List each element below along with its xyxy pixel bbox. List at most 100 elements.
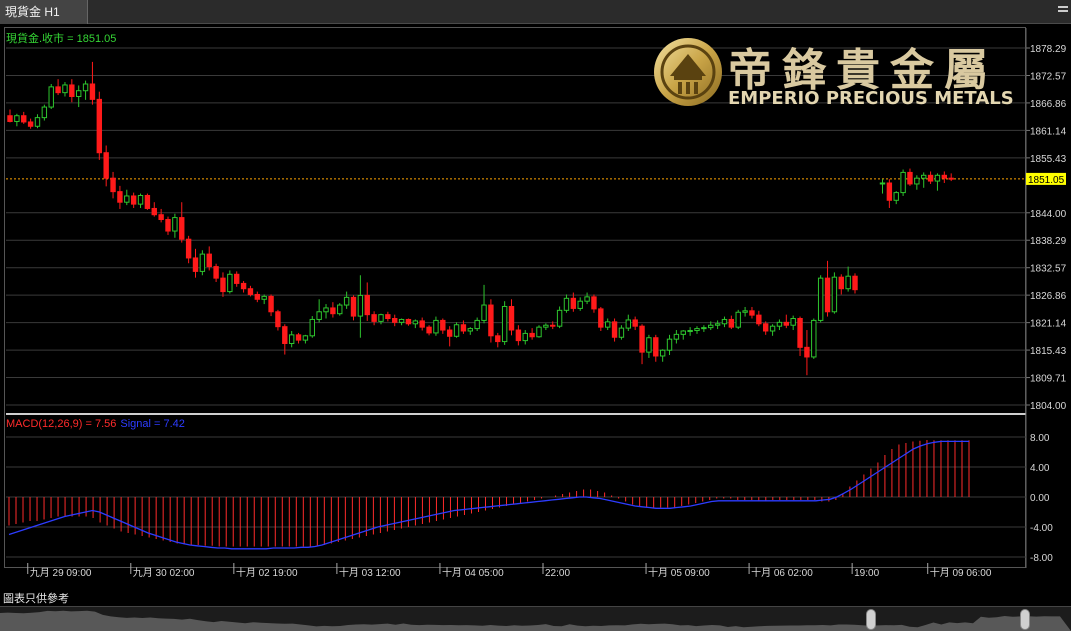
candle-body [254, 293, 261, 300]
candle-body [27, 121, 34, 127]
candle-body [282, 326, 288, 344]
candle-body [714, 323, 721, 326]
candle-body [110, 177, 116, 193]
candle-body [522, 332, 528, 342]
candle-body [529, 332, 535, 338]
candle-body [234, 273, 240, 284]
candle-body [927, 174, 934, 182]
candle-body [488, 304, 494, 337]
disclaimer-text: 圖表只供參考 [3, 593, 69, 605]
candle-body [165, 219, 171, 232]
candle-body [213, 266, 219, 279]
candle-body [14, 115, 20, 122]
candle-body [261, 295, 267, 300]
candle-body [446, 329, 453, 337]
candle-body [783, 321, 790, 326]
candle-body [550, 324, 556, 327]
candle-body [103, 152, 109, 179]
macd-tick-label: 4.00 [1030, 463, 1050, 474]
candle-body [797, 318, 803, 348]
candle-body [694, 328, 700, 332]
candle-body [831, 276, 838, 313]
menu-icon[interactable] [1058, 4, 1068, 14]
candle-body [130, 195, 137, 205]
price-tick-label: 1804.00 [1030, 401, 1067, 412]
candle-body [763, 323, 769, 332]
candle-body [82, 83, 89, 92]
candle-body [185, 238, 192, 259]
candle-body [508, 305, 515, 331]
candle-body [440, 319, 446, 331]
candle-body [227, 273, 233, 293]
candle-body [247, 288, 254, 295]
candle-body [405, 318, 412, 325]
candle-body [316, 311, 322, 320]
x-tick-label: 十月 06 02:00 [751, 566, 813, 579]
candle-body [604, 321, 611, 328]
tab-spot-gold-h1[interactable]: 現貨金 H1 [0, 0, 88, 24]
signal-value-label: Signal = 7.42 [120, 418, 185, 430]
candle-body [41, 106, 48, 119]
candle-body [481, 304, 487, 321]
price-tick-label: 1855.43 [1030, 154, 1067, 165]
candle-body [378, 314, 384, 322]
candle-body [117, 191, 123, 203]
candle-body [632, 319, 638, 327]
time-scrollbar[interactable] [0, 606, 1071, 631]
candle-body [412, 320, 419, 325]
price-series-label: 現貨金.收市 = 1851.05 [6, 33, 117, 45]
candle-body [804, 346, 810, 358]
candle-body [419, 320, 425, 328]
candle-body [749, 310, 755, 316]
candle-body [673, 333, 680, 340]
candle-body [302, 335, 309, 341]
candle-body [756, 314, 762, 325]
x-tick-label: 九月 29 09:00 [30, 567, 92, 579]
candle-body [199, 253, 206, 272]
candle-body [144, 194, 151, 209]
candle-body [385, 314, 391, 320]
candle-body [646, 337, 652, 353]
candle-body [151, 207, 157, 216]
x-tick-label: 九月 30 02:00 [133, 567, 195, 579]
candle-body [330, 307, 336, 315]
macd-signal-line [8, 440, 969, 550]
candle-body [48, 86, 54, 108]
logo-english-text: EMPERIO PRECIOUS METALS [728, 88, 1014, 109]
candle-body [515, 329, 522, 342]
candle-body [776, 321, 783, 327]
candle-body [934, 174, 941, 182]
logo-emblem-icon [654, 38, 722, 106]
candle-body [543, 324, 549, 328]
emperio-logo: 帝鋒貴金屬 EMPERIO PRECIOUS METALS [652, 36, 1020, 109]
candle-body [817, 277, 824, 321]
price-tick-label: 1878.29 [1030, 44, 1067, 55]
candle-body [55, 86, 61, 94]
candle-body [467, 328, 473, 332]
candle-body [824, 277, 831, 313]
candle-body [584, 296, 590, 302]
candle-body [350, 296, 357, 317]
candle-body [371, 314, 377, 322]
candle-body [852, 275, 858, 291]
candle-body [879, 182, 886, 185]
candle-body [76, 90, 82, 97]
candle-body [495, 335, 501, 343]
candle-body [907, 171, 913, 185]
scroll-handle-left[interactable] [866, 609, 876, 630]
candle-body [206, 253, 212, 268]
tab-bar: 現貨金 H1 [0, 0, 1071, 24]
macd-tick-label: -8.00 [1030, 553, 1053, 564]
candle-body [275, 311, 281, 328]
candle-body [577, 300, 583, 309]
candle-body [811, 319, 817, 358]
candle-body [886, 182, 893, 201]
candle-body [914, 177, 920, 185]
candle-body [501, 305, 508, 343]
candle-body [433, 319, 439, 334]
scroll-handle-right[interactable] [1020, 609, 1030, 630]
candle-body [735, 311, 741, 328]
scrollbar-overview [0, 610, 1071, 631]
x-tick-label: 十月 02 19:00 [236, 566, 298, 579]
candle-body [639, 325, 645, 353]
